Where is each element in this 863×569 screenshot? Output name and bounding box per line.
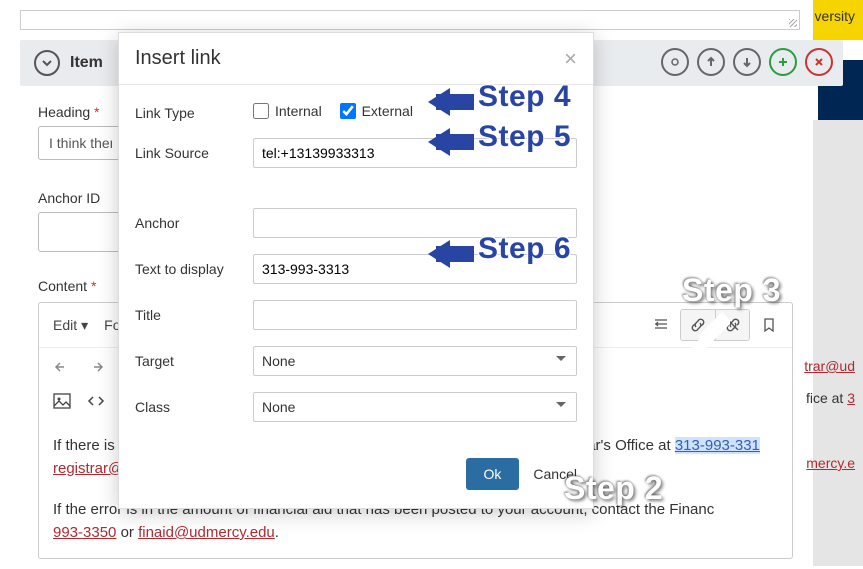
external-checkbox[interactable] [340,103,356,119]
modal-title: Insert link [135,47,221,70]
top-textarea[interactable] [20,10,800,30]
move-down-button[interactable] [733,48,761,76]
anchor-id-input[interactable] [38,212,123,252]
right-text-fice: fice at 3 [806,390,855,406]
delete-button[interactable] [805,48,833,76]
arrow-up-icon [705,56,717,68]
external-checkbox-label[interactable]: External [340,103,413,119]
annotation-step6: Step 6 [478,232,571,266]
caret-down-icon: ▾ [81,317,88,334]
email-link-finaid[interactable]: finaid@udmercy.edu [138,524,275,541]
class-select[interactable]: None [253,392,577,422]
target-label: Target [135,353,253,369]
arrow-down-icon [741,56,753,68]
action-button-1[interactable] [661,48,689,76]
title-field-label: Title [135,307,253,323]
link-source-label: Link Source [135,145,253,161]
internal-checkbox-label[interactable]: Internal [253,103,322,119]
code-icon [87,392,105,410]
title-input[interactable] [253,300,577,330]
class-label: Class [135,399,253,415]
redo-icon [87,358,105,376]
right-link-3[interactable]: 3 [847,390,855,406]
code-button[interactable] [81,388,111,414]
modal-close-button[interactable]: × [564,48,577,70]
annotation-step3: Step 3 [682,272,781,309]
selected-phone[interactable]: 313-993-331 [675,437,760,454]
x-icon [813,56,825,68]
image-button[interactable] [47,388,77,414]
phone-link-993[interactable]: 993-3350 [53,524,116,541]
text-span: . [275,524,279,541]
move-up-button[interactable] [697,48,725,76]
item-title: Item [70,54,103,72]
annotation-step2: Step 2 [564,470,663,507]
target-select[interactable]: None [253,346,577,376]
internal-checkbox[interactable] [253,103,269,119]
text-span: ar's Office at [587,437,675,454]
chevron-down-icon [41,57,53,69]
annotation-step5: Step 5 [478,120,571,154]
link-type-label: Link Type [135,105,253,121]
close-icon: × [564,46,577,71]
redo-button[interactable] [81,354,111,380]
right-text-versity: versity [815,8,855,24]
indent-icon [652,316,670,334]
right-link-trar[interactable]: trar@ud [804,358,855,374]
heading-input[interactable] [38,126,123,160]
plus-icon [777,56,789,68]
ok-button[interactable]: Ok [466,458,520,490]
annotation-step4: Step 4 [478,80,571,114]
anchor-label: Anchor [135,215,253,231]
collapse-toggle[interactable] [34,50,60,76]
undo-button[interactable] [47,354,77,380]
text-span: If there is a [53,437,127,454]
image-icon [53,392,71,410]
add-button[interactable] [769,48,797,76]
right-link-mercy[interactable]: mercy.e [806,455,855,471]
text-display-label: Text to display [135,261,253,277]
edit-menu[interactable]: Edit ▾ [47,313,94,338]
decorative-gray [813,120,863,566]
text-span: or [116,524,138,541]
annotation-arrow-step2 [696,454,766,507]
annotation-arrow-step3 [670,312,730,371]
bookmark-button[interactable] [754,312,784,338]
undo-icon [53,358,71,376]
bookmark-icon [760,316,778,334]
